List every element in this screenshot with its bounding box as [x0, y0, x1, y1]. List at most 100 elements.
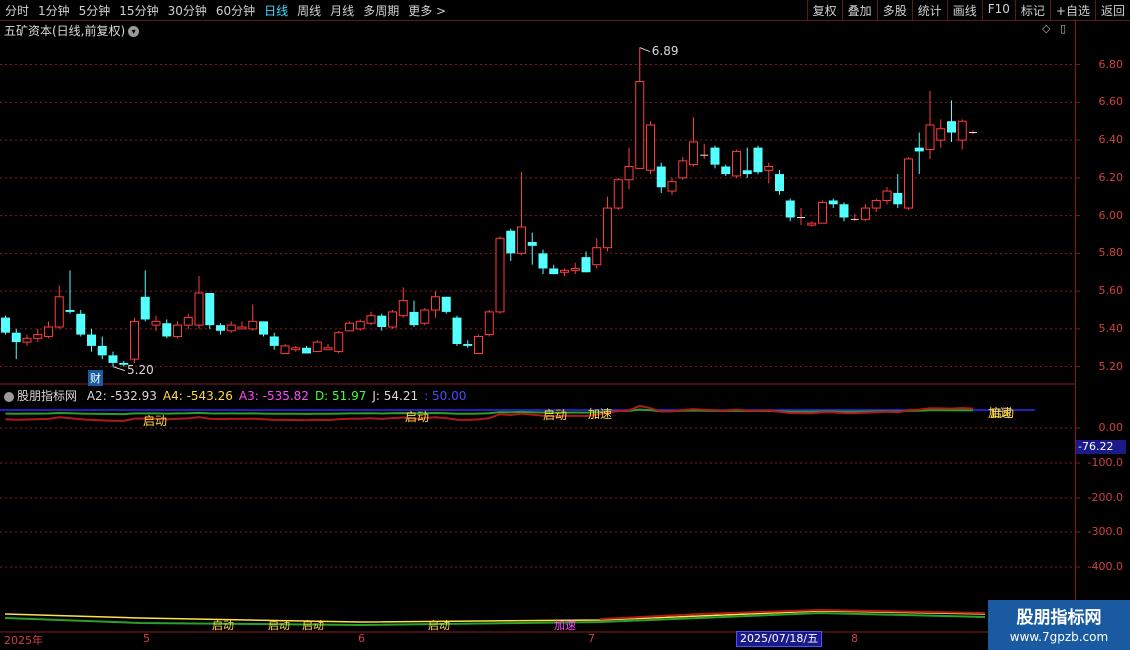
candle-body: [65, 310, 75, 312]
date-axis: 2025年 5 6 7 8: [0, 632, 1075, 650]
candle-body: [624, 166, 634, 181]
indicator-name[interactable]: 股朋指标网: [17, 389, 77, 403]
indicator-value: A2: -532.93: [86, 389, 157, 403]
indicator-signal: 启动: [143, 414, 168, 428]
date-tick-label: 8: [851, 632, 858, 645]
candle-body: [828, 200, 838, 205]
candle-body: [710, 147, 720, 165]
candle-body: [377, 315, 387, 328]
candle-body: [420, 309, 430, 324]
candle-body: [97, 345, 107, 356]
watermark: 股朋指标网 www.7gpzb.com: [988, 600, 1130, 650]
candle-body: [753, 147, 763, 173]
candle-body: [248, 320, 258, 330]
finance-badge[interactable]: 财: [88, 370, 103, 386]
candle-body: [44, 326, 53, 337]
indicator-value: D: 51.97: [314, 389, 367, 403]
candle-body: [259, 321, 268, 335]
candle-body: [807, 222, 817, 226]
candle-body: [947, 121, 956, 133]
weekly-signal: 启动: [212, 619, 234, 632]
candle-body: [871, 200, 881, 209]
weekly-signal: 启动: [268, 619, 290, 632]
candle-body: [764, 166, 774, 171]
candle-body: [775, 174, 784, 192]
candle-body: [689, 141, 698, 166]
candle-body: [334, 332, 344, 353]
price-tick-label: 5.20: [1098, 359, 1124, 373]
indicator-signal: 启动: [990, 406, 1015, 420]
price-tick-label: 6.20: [1098, 170, 1124, 184]
cursor-date: 2025/07/18/五: [736, 631, 823, 647]
candle-body: [538, 253, 548, 269]
indicator-signal: 启动: [405, 410, 430, 424]
indicator-signal: 启动: [543, 408, 568, 422]
price-tick-label: 6.60: [1098, 95, 1124, 109]
candle-body: [108, 355, 118, 363]
candle-body: [226, 324, 236, 332]
indicator-value: A3: -535.82: [238, 389, 309, 403]
candle-body: [785, 200, 795, 218]
indicator-tick-label: -400.0: [1087, 560, 1123, 573]
candle-body: [581, 257, 591, 273]
candle-body: [678, 160, 688, 179]
candle-body: [474, 335, 483, 354]
indicator-signal: 加速: [588, 407, 613, 421]
price-tick-label: 5.80: [1098, 246, 1124, 260]
low-pointer: [112, 366, 126, 372]
candle-body: [721, 166, 731, 175]
candle-body: [882, 190, 892, 202]
candle-body: [409, 311, 419, 326]
candle-body: [452, 317, 462, 345]
candle-body: [957, 120, 967, 141]
low-price-label: 5.20: [127, 362, 154, 377]
info-circle-icon[interactable]: [4, 391, 14, 402]
candle-body: [656, 166, 666, 188]
candle-body: [646, 124, 655, 171]
candle-body: [130, 320, 139, 360]
candle-body: [323, 347, 333, 351]
price-tick-label: 6.80: [1098, 57, 1124, 71]
weekly-line-green: [4, 611, 986, 627]
date-tick-label: 5: [143, 632, 150, 645]
price-tick-label: 6.40: [1098, 133, 1124, 147]
candle-body: [527, 242, 537, 246]
indicator-value: J: 54.21: [372, 389, 419, 403]
indicator-header: 股朋指标网 A2: -532.93 A4: -543.26 A3: -535.82 D…: [4, 387, 472, 404]
candle-body: [818, 201, 827, 224]
candle-body: [517, 226, 526, 254]
weekly-signal: 启动: [302, 619, 324, 632]
price-tick-label: 5.60: [1098, 284, 1124, 298]
candle-body: [495, 237, 505, 313]
candle-body: [732, 150, 741, 177]
candle-body: [355, 320, 365, 330]
candle-body: [388, 311, 397, 328]
candlestick-chart[interactable]: [0, 0, 1130, 650]
candle-body: [635, 81, 645, 169]
candle-body: [291, 347, 301, 351]
candle-body: [431, 296, 440, 311]
indicator-tick-label: -100.0: [1087, 456, 1123, 469]
candle-body: [54, 296, 64, 328]
candle-body: [441, 296, 451, 312]
candle-body: [613, 179, 623, 209]
watermark-name: 股朋指标网: [1016, 608, 1102, 628]
candle-body: [667, 181, 677, 192]
candle-body: [366, 315, 376, 324]
candle-body: [345, 322, 354, 332]
candle-body: [22, 337, 32, 343]
candle-body: [33, 334, 43, 339]
candle-body: [280, 345, 290, 354]
candle-body: [914, 147, 924, 152]
indicator-tick-label: -200.0: [1087, 491, 1123, 504]
candle-body: [173, 324, 182, 337]
weekly-signal: 启动: [428, 619, 450, 632]
watermark-url: www.7gpzb.com: [1009, 630, 1109, 644]
candle-body: [140, 296, 150, 320]
candle-body: [162, 323, 172, 337]
candle-body: [269, 336, 279, 346]
candle-body: [183, 317, 193, 326]
candle-body: [237, 326, 247, 330]
candle-body: [861, 207, 870, 220]
candle-body: [936, 128, 946, 141]
